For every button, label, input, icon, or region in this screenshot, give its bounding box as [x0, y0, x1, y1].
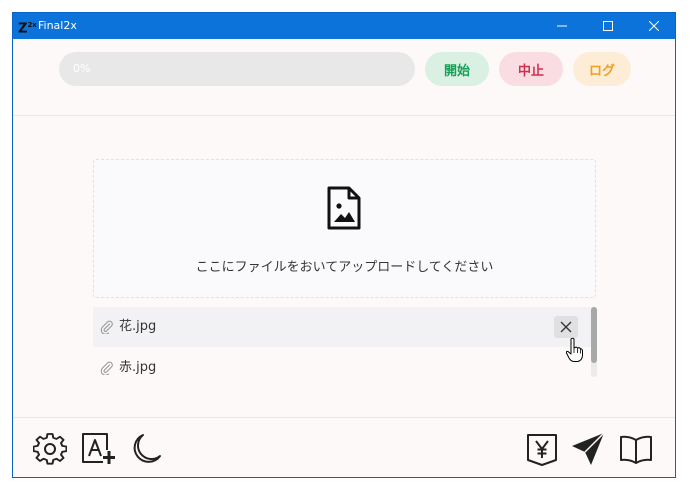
- image-file-icon: [327, 186, 361, 230]
- paperclip-icon: [100, 361, 113, 375]
- close-icon: [560, 321, 572, 333]
- paperclip-icon: [100, 320, 113, 334]
- upload-dropzone[interactable]: ここにファイルをおいてアップロードしてください: [93, 159, 596, 298]
- toolbar: 0% 開始 中止 ログ: [13, 39, 675, 116]
- minimize-button[interactable]: [539, 13, 585, 39]
- footer-bar: [13, 417, 675, 477]
- window-title: Final2x: [38, 19, 77, 32]
- scrollbar[interactable]: [591, 307, 597, 377]
- font-add-icon[interactable]: [81, 432, 115, 466]
- list-item[interactable]: 赤.jpg: [93, 348, 593, 388]
- app-window: Z2x Final2x 0% 開始 中止 ログ ここにファイルをおいてアップロー…: [12, 12, 676, 478]
- scrollbar-thumb[interactable]: [591, 307, 597, 363]
- list-item[interactable]: 花.jpg: [93, 307, 593, 362]
- stop-button[interactable]: 中止: [499, 52, 563, 86]
- moon-icon[interactable]: [129, 432, 163, 466]
- file-list: 花.jpg 赤.jpg: [93, 307, 603, 377]
- maximize-button[interactable]: [585, 13, 631, 39]
- progress-bar: 0%: [59, 52, 415, 86]
- remove-file-button[interactable]: [554, 316, 578, 338]
- close-icon: [649, 21, 659, 31]
- file-name: 花.jpg: [119, 319, 157, 334]
- app-logo-icon: Z2x: [18, 21, 37, 37]
- start-button[interactable]: 開始: [425, 52, 489, 86]
- close-button[interactable]: [631, 13, 675, 39]
- minimize-icon: [557, 25, 567, 27]
- yen-icon[interactable]: [525, 432, 559, 466]
- book-icon[interactable]: [619, 432, 653, 466]
- maximize-icon: [603, 21, 613, 31]
- gear-icon[interactable]: [33, 432, 67, 466]
- log-button[interactable]: ログ: [573, 52, 631, 86]
- progress-text: 0%: [73, 62, 91, 75]
- file-name: 赤.jpg: [119, 360, 157, 375]
- send-icon[interactable]: [571, 432, 605, 466]
- title-bar[interactable]: Z2x Final2x: [13, 13, 675, 39]
- dropzone-instruction: ここにファイルをおいてアップロードしてください: [195, 260, 494, 275]
